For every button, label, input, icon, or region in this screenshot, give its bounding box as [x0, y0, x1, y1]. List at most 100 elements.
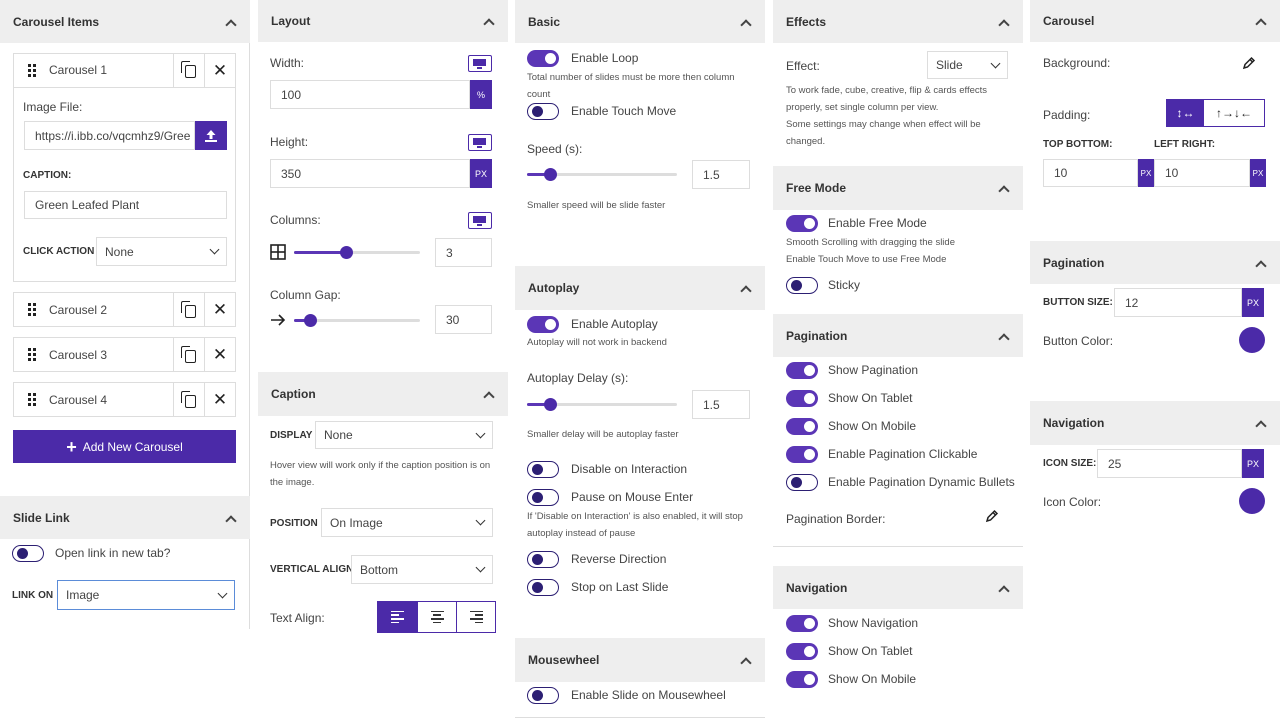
pencil-icon[interactable]	[985, 509, 999, 523]
autoplay-delay-input[interactable]: 1.5	[692, 390, 750, 419]
slider-handle[interactable]	[340, 246, 353, 259]
sticky-toggle[interactable]	[786, 277, 818, 294]
duplicate-icon[interactable]	[173, 53, 204, 87]
chevron-up-icon[interactable]	[1254, 15, 1266, 27]
vertical-align-select[interactable]: Bottom	[351, 555, 493, 584]
autoplay-header[interactable]: Autoplay	[515, 266, 765, 310]
free-mode-header[interactable]: Free Mode	[773, 166, 1023, 210]
enable-autoplay-toggle[interactable]	[527, 316, 559, 333]
pause-mouse-toggle[interactable]	[527, 489, 559, 506]
drag-handle-icon[interactable]	[14, 338, 49, 371]
drag-handle-icon[interactable]	[14, 53, 49, 87]
columns-input[interactable]: 3	[435, 238, 492, 267]
pagination-dynamic-toggle[interactable]	[786, 474, 818, 491]
column-gap-slider[interactable]	[294, 314, 420, 327]
four-sides-icon[interactable]: ↑→↓←	[1204, 100, 1264, 126]
carousel-item-4[interactable]: Carousel 4 ✕	[13, 382, 236, 417]
navigation-mobile-toggle[interactable]	[786, 671, 818, 688]
pagination-header[interactable]: Pagination	[773, 314, 1023, 357]
image-file-input[interactable]: https://i.ibb.co/vqcmhz9/Gree	[24, 121, 195, 150]
show-navigation-toggle[interactable]	[786, 615, 818, 632]
carousel-item-1[interactable]: Carousel 1 ✕	[14, 53, 235, 88]
reverse-direction-toggle[interactable]	[527, 551, 559, 568]
desktop-icon[interactable]	[468, 212, 492, 229]
caption-header[interactable]: Caption	[258, 372, 508, 416]
layout-header[interactable]: Layout	[258, 0, 508, 42]
drag-handle-icon[interactable]	[14, 293, 49, 326]
close-icon[interactable]: ✕	[204, 293, 235, 326]
button-size-unit[interactable]: PX	[1242, 288, 1264, 317]
column-gap-input[interactable]: 30	[435, 305, 492, 334]
chevron-up-icon[interactable]	[997, 182, 1009, 194]
pagination-mobile-toggle[interactable]	[786, 418, 818, 435]
basic-header[interactable]: Basic	[515, 0, 765, 43]
chevron-up-icon[interactable]	[739, 16, 751, 28]
left-right-input[interactable]: 10	[1154, 159, 1250, 187]
effects-header[interactable]: Effects	[773, 0, 1023, 43]
chevron-up-icon[interactable]	[482, 388, 494, 400]
duplicate-icon[interactable]	[173, 293, 204, 326]
desktop-icon[interactable]	[468, 55, 492, 72]
desktop-icon[interactable]	[468, 134, 492, 151]
align-center-icon[interactable]	[417, 602, 456, 632]
slider-handle[interactable]	[304, 314, 317, 327]
icon-color-swatch[interactable]	[1239, 488, 1265, 514]
height-input[interactable]: 350	[270, 159, 470, 188]
touch-move-toggle[interactable]	[527, 103, 559, 120]
align-right-icon[interactable]	[456, 602, 495, 632]
icon-size-unit[interactable]: PX	[1242, 449, 1264, 478]
duplicate-icon[interactable]	[173, 383, 204, 416]
add-new-carousel-button[interactable]: + Add New Carousel	[13, 430, 236, 463]
chevron-up-icon[interactable]	[482, 15, 494, 27]
chevron-up-icon[interactable]	[1254, 417, 1266, 429]
carousel-style-header[interactable]: Carousel	[1030, 0, 1280, 42]
close-icon[interactable]: ✕	[204, 383, 235, 416]
carousel-items-header[interactable]: Carousel Items	[0, 0, 250, 43]
slide-link-header[interactable]: Slide Link	[0, 496, 250, 539]
chevron-up-icon[interactable]	[997, 330, 1009, 342]
carousel-item-3[interactable]: Carousel 3 ✕	[13, 337, 236, 372]
close-icon[interactable]: ✕	[204, 338, 235, 371]
pagination-clickable-toggle[interactable]	[786, 446, 818, 463]
link-on-select[interactable]: Image	[57, 580, 235, 610]
chevron-up-icon[interactable]	[224, 16, 236, 28]
icon-size-input[interactable]: 25	[1097, 449, 1242, 478]
chevron-up-icon[interactable]	[997, 582, 1009, 594]
chevron-up-icon[interactable]	[739, 282, 751, 294]
align-left-icon[interactable]	[378, 602, 417, 632]
pagination-style-header[interactable]: Pagination	[1030, 241, 1280, 284]
close-icon[interactable]: ✕	[204, 53, 235, 87]
position-select[interactable]: On Image	[321, 508, 493, 537]
button-color-swatch[interactable]	[1239, 327, 1265, 353]
top-bottom-unit[interactable]: PX	[1138, 159, 1154, 187]
slider-handle[interactable]	[544, 168, 557, 181]
top-bottom-input[interactable]: 10	[1043, 159, 1138, 187]
free-mode-toggle[interactable]	[786, 215, 818, 232]
chevron-up-icon[interactable]	[224, 512, 236, 524]
chevron-up-icon[interactable]	[739, 654, 751, 666]
height-unit[interactable]: PX	[470, 159, 492, 188]
duplicate-icon[interactable]	[173, 338, 204, 371]
click-action-select[interactable]: None	[96, 237, 227, 266]
navigation-style-header[interactable]: Navigation	[1030, 401, 1280, 445]
stop-last-slide-toggle[interactable]	[527, 579, 559, 596]
upload-button[interactable]	[195, 121, 227, 150]
show-pagination-toggle[interactable]	[786, 362, 818, 379]
mousewheel-toggle[interactable]	[527, 687, 559, 704]
speed-slider[interactable]	[527, 168, 677, 181]
pagination-tablet-toggle[interactable]	[786, 390, 818, 407]
carousel-item-2[interactable]: Carousel 2 ✕	[13, 292, 236, 327]
navigation-tablet-toggle[interactable]	[786, 643, 818, 660]
open-new-tab-toggle[interactable]	[12, 545, 44, 562]
chevron-up-icon[interactable]	[997, 16, 1009, 28]
slider-handle[interactable]	[544, 398, 557, 411]
drag-handle-icon[interactable]	[14, 383, 49, 416]
display-select[interactable]: None	[315, 421, 493, 449]
width-input[interactable]: 100	[270, 80, 470, 109]
vertical-horizontal-icon[interactable]: ↕↔	[1167, 100, 1204, 126]
left-right-unit[interactable]: PX	[1250, 159, 1266, 187]
navigation-header[interactable]: Navigation	[773, 566, 1023, 609]
effect-select[interactable]: Slide	[927, 51, 1008, 79]
autoplay-delay-slider[interactable]	[527, 398, 677, 411]
speed-input[interactable]: 1.5	[692, 160, 750, 189]
